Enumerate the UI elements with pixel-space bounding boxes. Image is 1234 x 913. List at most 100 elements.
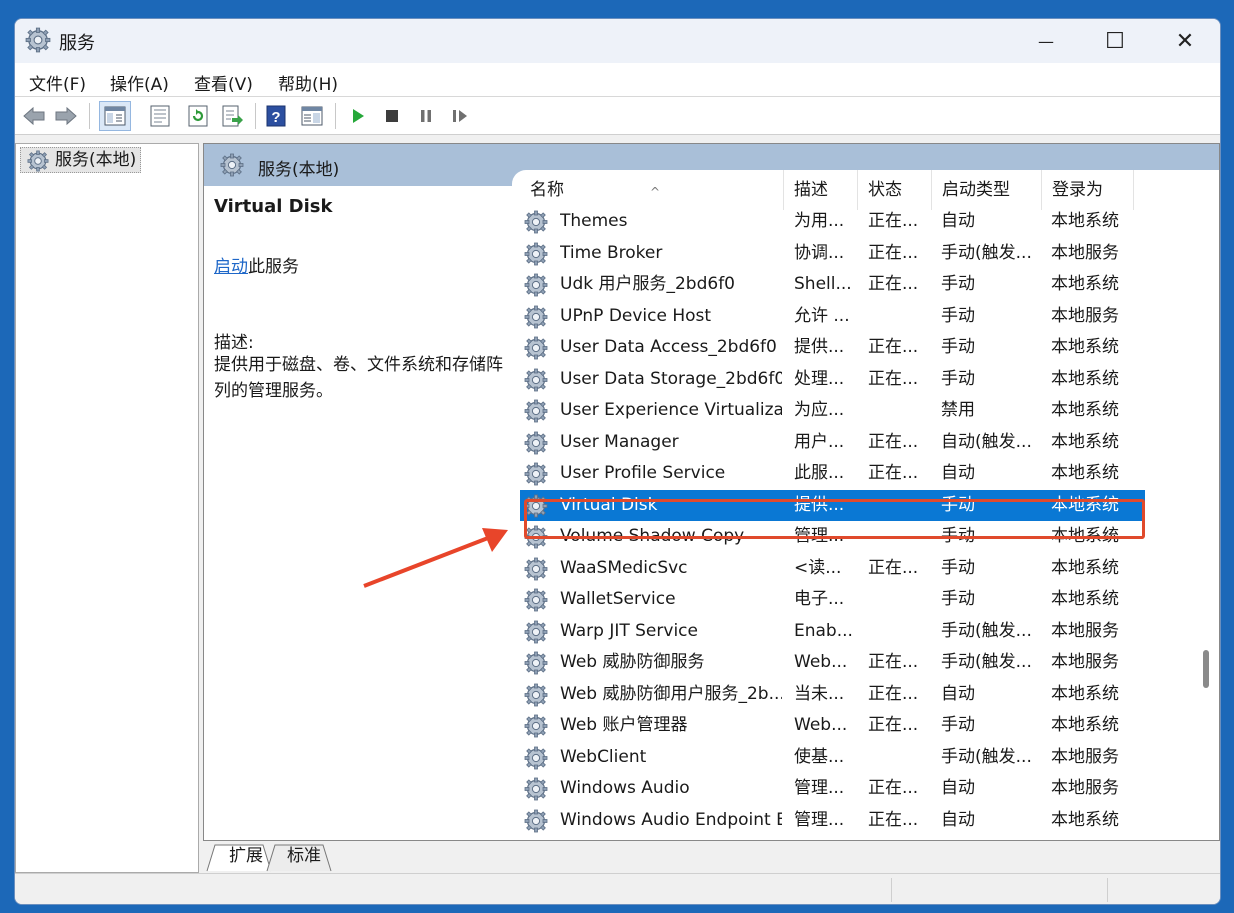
extended-panel: Virtual Disk 启动此服务 描述: 提供用于磁盘、卷、文件系统和存储阵… (204, 186, 512, 840)
service-status: 正在... (868, 809, 919, 830)
details-pane: 服务(本地) Virtual Disk 启动此服务 描述: 提供用于磁盘、卷、文… (203, 143, 1220, 841)
service-row[interactable]: User Profile Service 此服... 正在... 自动 本地系统 (520, 458, 1145, 489)
properties-icon[interactable] (147, 103, 173, 129)
close-icon: ✕ (1175, 28, 1195, 54)
maximize-button[interactable]: ☐ (1081, 19, 1149, 63)
service-row[interactable]: Windows Audio Endpoint B... 管理... 正在... 自动 本… (520, 805, 1145, 836)
service-row[interactable]: Themes 为用... 正在... 自动 本地系统 (520, 206, 1145, 237)
service-row[interactable]: Web 威胁防御用户服务_2b... 当未... 正在... 自动 本地系统 (520, 679, 1145, 710)
start-service-link[interactable]: 启动 (214, 257, 248, 277)
menu-action[interactable]: 操作(A) (110, 70, 169, 95)
toolbar-separator (255, 103, 256, 129)
menu-file[interactable]: 文件(F) (29, 70, 86, 95)
pane-header-title: 服务(本地) (258, 160, 340, 180)
service-description: 当未... (794, 683, 845, 704)
service-startup-type: 手动 (941, 305, 975, 326)
service-status: 正在... (868, 463, 919, 483)
forward-arrow-icon[interactable] (53, 103, 79, 129)
menu-bar: 文件(F) 操作(A) 查看(V) 帮助(H) (15, 63, 1220, 97)
service-row[interactable]: Udk 用户服务_2bd6f0 Shell... 正在... 手动 本地系统 (520, 269, 1145, 300)
service-row[interactable]: WebClient 使基... 手动(触发... 本地服务 (520, 742, 1145, 773)
refresh-icon[interactable] (185, 103, 211, 129)
service-name: Udk 用户服务_2bd6f0 (560, 274, 735, 294)
tab-standard[interactable]: 标准 (275, 843, 333, 871)
help-icon[interactable]: ? (263, 103, 289, 129)
service-description: 管理... (794, 809, 845, 830)
column-header-row: 名称 ^ 描述 状态 启动类型 登录为 (512, 170, 1152, 210)
description-text: 提供用于磁盘、卷、文件系统和存储阵列的管理服务。 (214, 355, 503, 401)
column-header-desc[interactable]: 描述 (784, 170, 858, 210)
tree-item-services-local[interactable]: 服务(本地) (20, 147, 142, 173)
service-row[interactable]: Time Broker 协调... 正在... 手动(触发... 本地服务 (520, 238, 1145, 269)
service-description: 使基... (794, 746, 845, 767)
service-name: Windows Audio Endpoint B... (560, 809, 782, 830)
start-service-icon[interactable] (345, 103, 371, 129)
service-row[interactable]: WaaSMedicSvc <读... 正在... 手动 本地系统 (520, 553, 1145, 584)
service-row[interactable]: User Data Access_2bd6f0 提供... 正在... 手动 本地系统 (520, 332, 1145, 363)
services-gear-icon (25, 27, 51, 53)
service-gear-icon (524, 210, 548, 234)
service-gear-icon (524, 273, 548, 297)
service-name: Time Broker (560, 242, 663, 263)
service-description: Web... (794, 652, 848, 672)
service-description: Web... (794, 715, 848, 735)
pause-service-icon[interactable] (413, 103, 439, 129)
service-row[interactable]: Web 威胁防御服务 Web... 正在... 手动(触发... 本地服务 (520, 647, 1145, 678)
resume-service-icon[interactable] (447, 103, 473, 129)
service-status (868, 395, 936, 426)
service-description: 用户... (794, 431, 845, 452)
service-startup-type: 手动 (941, 557, 975, 578)
service-description: 为用... (794, 211, 845, 231)
service-name: Web 威胁防御用户服务_2b... (560, 683, 782, 704)
service-row[interactable]: WalletService 电子... 手动 本地系统 (520, 584, 1145, 615)
description-label: 描述: (214, 333, 254, 353)
title-bar: 服务 — ☐ ✕ (15, 19, 1220, 63)
column-header-logon[interactable]: 登录为 (1042, 170, 1134, 210)
service-name: User Data Storage_2bd6f0 (560, 368, 782, 389)
column-header-status[interactable]: 状态 (858, 170, 932, 210)
service-gear-icon (524, 305, 548, 329)
service-row[interactable]: User Data Storage_2bd6f0 处理... 正在... 手动 本地系统 (520, 364, 1145, 395)
service-startup-type: 手动 (941, 274, 975, 294)
service-status (868, 301, 936, 332)
menu-help[interactable]: 帮助(H) (278, 70, 338, 95)
column-header-startup[interactable]: 启动类型 (932, 170, 1042, 210)
service-description: 提供... (794, 337, 845, 357)
toolbar: ? (15, 97, 1220, 135)
service-row[interactable]: Web 账户管理器 Web... 正在... 手动 本地系统 (520, 710, 1145, 741)
minimize-icon: — (1038, 31, 1054, 51)
service-status: 正在... (868, 715, 919, 735)
service-name: WaaSMedicSvc (560, 557, 688, 578)
scrollbar-thumb[interactable] (1203, 650, 1209, 688)
service-row[interactable]: Windows Audio 管理... 正在... 自动 本地服务 (520, 773, 1145, 804)
show-hide-icon[interactable] (299, 103, 325, 129)
service-logon-as: 本地系统 (1051, 589, 1119, 609)
selection-highlight-box (524, 499, 1145, 539)
service-gear-icon (524, 557, 548, 581)
export-list-icon[interactable] (219, 103, 245, 129)
service-row[interactable]: User Manager 用户... 正在... 自动(触发... 本地系统 (520, 427, 1145, 458)
vertical-scrollbar[interactable] (1201, 220, 1211, 820)
stop-service-icon[interactable] (379, 103, 405, 129)
service-gear-icon (524, 683, 548, 707)
service-gear-icon (524, 431, 548, 455)
service-gear-icon (524, 368, 548, 392)
service-row[interactable]: Warp JIT Service Enab... 手动(触发... 本地服务 (520, 616, 1145, 647)
service-startup-type: 自动 (941, 778, 975, 798)
service-logon-as: 本地服务 (1051, 305, 1119, 326)
selected-service-title: Virtual Disk (214, 196, 333, 217)
column-header-name[interactable]: 名称 ^ (520, 170, 784, 210)
service-row[interactable]: User Experience Virtualizat... 为应... 禁用 本地系… (520, 395, 1145, 426)
tab-extended[interactable]: 扩展 (217, 843, 275, 871)
service-startup-type: 手动 (941, 368, 975, 389)
minimize-button[interactable]: — (1012, 19, 1080, 63)
back-arrow-icon[interactable] (21, 103, 47, 129)
service-description: 电子... (794, 589, 845, 609)
console-tree-icon[interactable] (99, 101, 131, 131)
service-row[interactable]: UPnP Device Host 允许 ... 手动 本地服务 (520, 301, 1145, 332)
status-divider (891, 878, 892, 902)
service-gear-icon (524, 336, 548, 360)
service-status: 正在... (868, 368, 919, 389)
close-button[interactable]: ✕ (1151, 19, 1219, 63)
menu-view[interactable]: 查看(V) (194, 70, 253, 95)
